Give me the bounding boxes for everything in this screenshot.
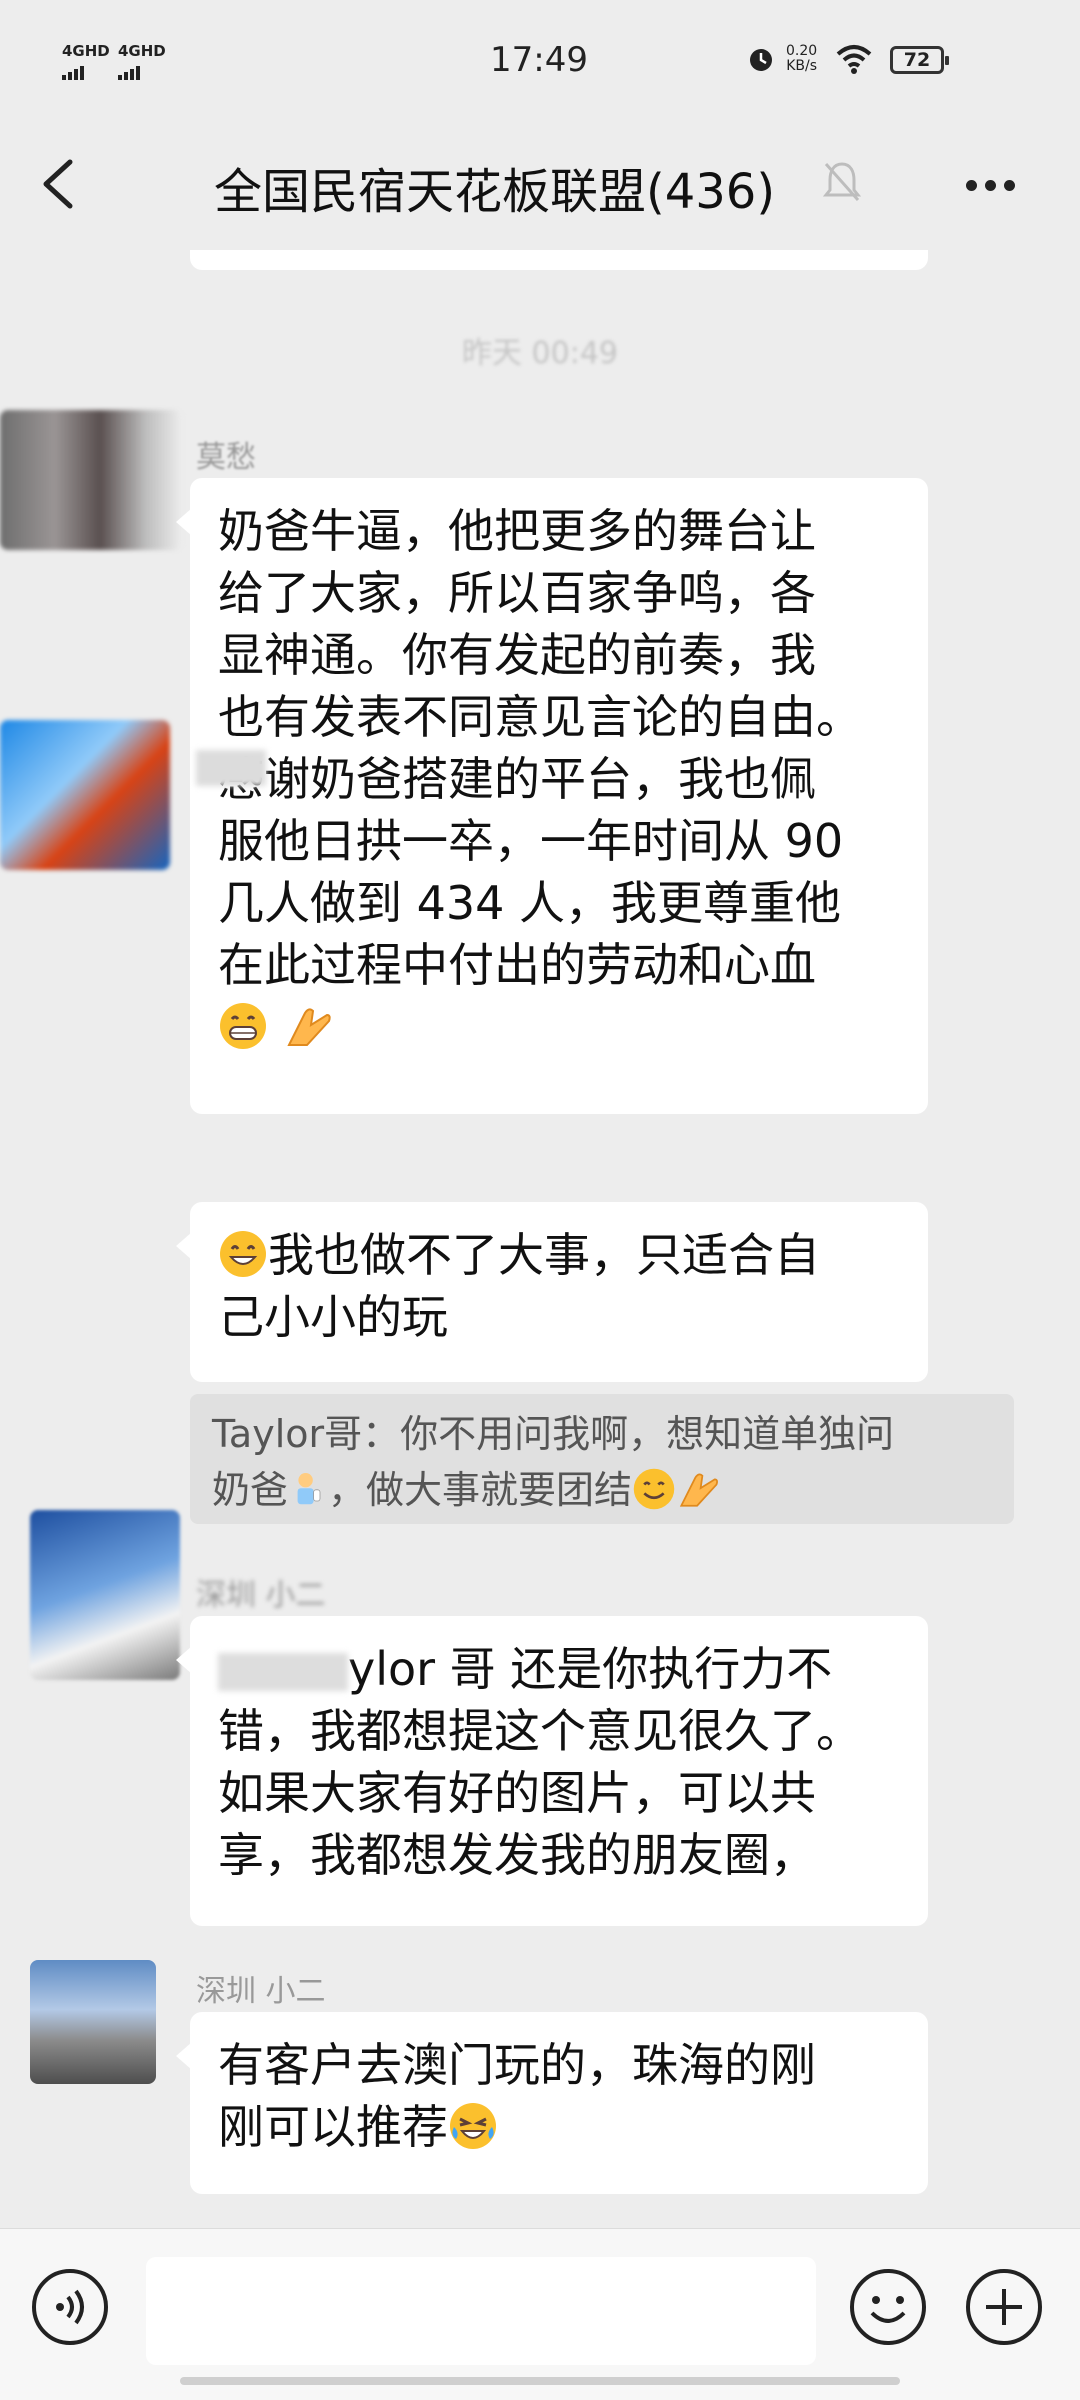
more-icon[interactable] xyxy=(966,176,1026,192)
chat-title: 全国民宿天花板联盟(436) xyxy=(214,164,776,220)
wifi-icon xyxy=(836,45,872,74)
message-line: 给了大家，所以百家争鸣，各 xyxy=(218,566,816,620)
message-line: ylor 哥 还是你执行力不 xyxy=(218,1638,900,1700)
network-speed: 0.20 KB/s xyxy=(786,44,817,74)
signal-bars-icon xyxy=(118,62,166,80)
message-line: 享，我都想发发我的朋友圈， xyxy=(218,1828,816,1882)
back-arrow-icon[interactable] xyxy=(38,156,78,212)
chat-header: 全国民宿天花板联盟(436) xyxy=(0,118,1080,250)
signal-label-2: 4GHD xyxy=(118,42,166,60)
message-input[interactable] xyxy=(146,2257,816,2365)
signal-indicator-1: 4GHD xyxy=(62,42,110,80)
message-bubble[interactable]: 奶爸牛逼，他把更多的舞台让 给了大家，所以百家争鸣，各 显神通。你有发起的前奏，… xyxy=(176,478,928,1114)
network-speed-value: 0.20 xyxy=(786,43,818,59)
previous-message-bubble xyxy=(190,250,928,270)
redacted-mention xyxy=(218,1653,348,1691)
clap-emoji-icon xyxy=(287,1008,331,1046)
signal-indicator-2: 4GHD xyxy=(118,42,166,80)
message-text: 我也做不了大事，只适合自 xyxy=(268,1228,820,1282)
message-line: 显神通。你有发起的前奏，我 xyxy=(218,628,816,682)
cry-laugh-emoji-icon xyxy=(450,2103,496,2149)
signal-label-1: 4GHD xyxy=(62,42,110,60)
message-line: 也有发表不同意见言论的自由。 xyxy=(218,690,862,744)
message-line: 有客户去澳门玩的，珠海的刚 xyxy=(218,2038,816,2092)
message-line: 如果大家有好的图片，可以共 xyxy=(218,1766,816,1820)
smile-emoji-icon xyxy=(633,1468,675,1510)
mute-bell-icon xyxy=(822,162,862,201)
alarm-icon xyxy=(750,49,772,71)
message-bubble[interactable]: 我也做不了大事，只适合自 己小小的玩 xyxy=(176,1202,928,1382)
plus-icon[interactable] xyxy=(964,2267,1044,2347)
voice-icon[interactable] xyxy=(30,2267,110,2347)
quote-line: Taylor哥：你不用问我啊，想知道单独问 xyxy=(212,1412,895,1456)
message-line: 我也做不了大事，只适合自 xyxy=(218,1224,900,1286)
emoji-icon[interactable] xyxy=(848,2267,928,2347)
message-text: 刚可以推荐 xyxy=(218,2100,448,2154)
message-timestamp: 昨天 00:49 xyxy=(462,336,618,371)
sender-name xyxy=(196,750,266,786)
quoted-message[interactable]: Taylor哥：你不用问我啊，想知道单独问 奶爸 ，做大事就要团结 xyxy=(190,1394,1014,1524)
message-line: 几人做到 434 人，我更尊重他 xyxy=(218,876,842,930)
status-bar: 4GHD 4GHD 17:49 0.20 KB/s 72 xyxy=(0,0,1080,118)
avatar[interactable] xyxy=(0,720,170,870)
sender-name: 深圳 小二 xyxy=(196,1974,326,2009)
message-line: 在此过程中付出的劳动和心血 xyxy=(218,938,816,992)
message-bubble[interactable]: ylor 哥 还是你执行力不 错，我都想提这个意见很久了。 如果大家有好的图片，… xyxy=(176,1616,928,1926)
avatar[interactable] xyxy=(30,1960,156,2084)
clock: 17:49 xyxy=(490,40,588,80)
quote-text: 奶爸 xyxy=(212,1468,289,1512)
quote-text: ，做大事就要团结 xyxy=(328,1468,633,1512)
home-indicator[interactable] xyxy=(180,2377,900,2385)
battery-indicator: 72 xyxy=(890,46,949,74)
sender-name: 深圳 小二 xyxy=(196,1578,326,1613)
chat-area[interactable]: 昨天 00:49 莫愁 奶爸牛逼，他把更多的舞台让 给了大家，所以百家争鸣，各 … xyxy=(0,250,1080,2228)
grin-emoji-icon xyxy=(220,1003,266,1049)
message-line: 刚可以推荐 xyxy=(218,2096,900,2158)
quote-line: 奶爸 ，做大事就要团结 xyxy=(212,1462,992,1518)
emoji-line xyxy=(218,996,900,1058)
smile-emoji-icon xyxy=(220,1231,266,1277)
sender-name: 莫愁 xyxy=(196,440,256,475)
message-line: 错，我都想提这个意见很久了。 xyxy=(218,1704,862,1758)
message-line: 己小小的玩 xyxy=(218,1290,448,1344)
network-speed-unit: KB/s xyxy=(786,58,817,74)
clap-emoji-icon xyxy=(679,1473,718,1507)
message-bubble[interactable]: 有客户去澳门玩的，珠海的刚 刚可以推荐 xyxy=(176,2012,928,2194)
message-line: 感谢奶爸搭建的平台，我也佩 xyxy=(218,752,816,806)
message-text: ylor 哥 还是你执行力不 xyxy=(348,1642,833,1696)
avatar[interactable] xyxy=(0,410,182,550)
input-bar xyxy=(0,2228,1080,2400)
message-line: 服他日拱一卒，一年时间从 90 xyxy=(218,814,844,868)
message-line: 奶爸牛逼，他把更多的舞台让 xyxy=(218,504,816,558)
baby-bottle-emoji-icon xyxy=(297,1473,321,1505)
avatar[interactable] xyxy=(30,1510,180,1680)
signal-bars-icon xyxy=(62,62,110,80)
